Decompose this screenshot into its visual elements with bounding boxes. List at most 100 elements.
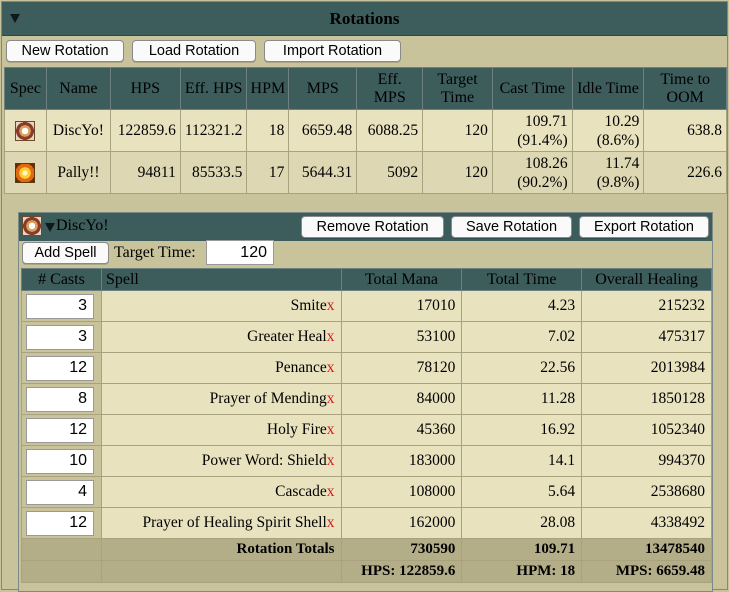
rotation-name[interactable]: Pally!! <box>45 151 111 194</box>
spells-table-header: # Casts Spell Total Mana Total Time Over… <box>21 268 712 291</box>
casts-input[interactable]: 12 <box>26 417 94 443</box>
rotation-eff-mps: 6088.25 <box>356 109 424 152</box>
rotations-header[interactable]: Rotations <box>2 2 727 36</box>
spell-total-mana: 78120 <box>340 352 463 384</box>
spell-name: Greater Heal <box>247 328 327 345</box>
spell-total-time: 5.64 <box>461 476 583 508</box>
spell-name: Holy Fire <box>266 421 327 438</box>
remove-spell-button[interactable]: x <box>327 328 335 345</box>
remove-spell-button[interactable]: x <box>327 390 335 407</box>
disc-priest-icon <box>22 216 42 236</box>
load-rotation-button[interactable]: Load Rotation <box>132 40 256 62</box>
rotation-summary-row: HPS: 122859.6 HPM: 18 MPS: 6659.48 <box>21 560 712 583</box>
casts-input[interactable]: 12 <box>26 355 94 381</box>
import-rotation-button[interactable]: Import Rotation <box>264 40 401 62</box>
col-eff-hps: Eff. HPS <box>179 67 248 110</box>
rotation-time-to-oom: 226.6 <box>643 151 727 194</box>
casts-input[interactable]: 12 <box>26 510 94 536</box>
rotation-target-time: 120 <box>422 151 493 194</box>
rotation-detail-header[interactable]: DiscYo! Remove Rotation Save Rotation Ex… <box>19 213 712 241</box>
rotation-row-discyo[interactable]: DiscYo! 122859.6 112321.2 18 6659.48 608… <box>4 109 727 152</box>
col-time-to-oom: Time to OOM <box>643 67 727 110</box>
col-name: Name <box>45 67 111 110</box>
remove-spell-button[interactable]: x <box>327 514 335 531</box>
rotation-hpm: 18 <box>246 109 290 152</box>
col-casts: # Casts <box>21 268 102 291</box>
col-hps: HPS <box>109 67 181 110</box>
remove-spell-button[interactable]: x <box>327 452 335 469</box>
spell-total-time: 22.56 <box>461 352 583 384</box>
spell-name: Smite <box>290 297 327 314</box>
remove-spell-button[interactable]: x <box>327 297 335 314</box>
totals-label: Rotation Totals <box>100 538 342 561</box>
spell-total-mana: 17010 <box>340 290 463 322</box>
remove-rotation-button[interactable]: Remove Rotation <box>301 216 444 238</box>
spell-overall-healing: 2538680 <box>581 476 712 508</box>
rotation-detail-panel: DiscYo! Remove Rotation Save Rotation Ex… <box>18 212 713 592</box>
target-time-input[interactable]: 120 <box>206 240 274 265</box>
spell-total-mana: 84000 <box>340 383 463 415</box>
rotation-row-pally[interactable]: Pally!! 94811 85533.5 17 5644.31 5092 12… <box>4 151 727 194</box>
casts-input[interactable]: 10 <box>26 448 94 474</box>
spell-total-mana: 108000 <box>340 476 463 508</box>
target-time-label: Target Time: <box>114 244 196 261</box>
spell-name: Prayer of Healing Spirit Shell <box>142 514 327 531</box>
spell-row: 3 Greater Healx 53100 7.02 475317 <box>21 321 712 353</box>
export-rotation-button[interactable]: Export Rotation <box>579 216 709 238</box>
rotation-hps: 122859.6 <box>109 109 181 152</box>
spell-total-time: 16.92 <box>461 414 583 446</box>
col-hpm: HPM <box>246 67 290 110</box>
col-total-mana: Total Mana <box>340 268 463 291</box>
rotation-eff-hps: 85533.5 <box>179 151 248 194</box>
spell-overall-healing: 475317 <box>581 321 712 353</box>
summary-hpm: HPM: 18 <box>461 560 583 583</box>
col-target-time: Target Time <box>422 67 493 110</box>
spell-name: Cascade <box>275 483 327 500</box>
totals-time: 109.71 <box>461 538 583 561</box>
casts-input[interactable]: 8 <box>26 386 94 412</box>
rotation-idle-time: 10.29 (8.6%) <box>571 109 645 152</box>
spell-row: 3 Smitex 17010 4.23 215232 <box>21 290 712 322</box>
spell-total-mana: 45360 <box>340 414 463 446</box>
rotation-target-time: 120 <box>422 109 493 152</box>
save-rotation-button[interactable]: Save Rotation <box>451 216 572 238</box>
spell-row: 10 Power Word: Shieldx 183000 14.1 994370 <box>21 445 712 477</box>
spell-overall-healing: 2013984 <box>581 352 712 384</box>
spell-total-mana: 183000 <box>340 445 463 477</box>
spell-overall-healing: 994370 <box>581 445 712 477</box>
casts-input[interactable]: 4 <box>26 479 94 505</box>
collapse-triangle-icon[interactable] <box>45 223 55 232</box>
rotation-name[interactable]: DiscYo! <box>45 109 111 152</box>
casts-input[interactable]: 3 <box>26 293 94 319</box>
remove-spell-button[interactable]: x <box>327 359 335 376</box>
disc-priest-icon <box>15 120 36 141</box>
rotation-mps: 5644.31 <box>288 151 358 194</box>
spell-row: 12 Prayer of Healing Spirit Shellx 162000 2… <box>21 507 712 539</box>
remove-spell-button[interactable]: x <box>327 421 335 438</box>
rotation-eff-mps: 5092 <box>356 151 424 194</box>
holy-paladin-icon <box>15 162 36 183</box>
spell-total-time: 14.1 <box>461 445 583 477</box>
rotation-cast-time: 109.71 (91.4%) <box>491 109 573 152</box>
spell-name: Power Word: Shield <box>201 452 327 469</box>
rotation-eff-hps: 112321.2 <box>179 109 248 152</box>
new-rotation-button[interactable]: New Rotation <box>6 40 124 62</box>
spell-total-time: 11.28 <box>461 383 583 415</box>
rotation-idle-time: 11.74 (9.8%) <box>571 151 645 194</box>
add-spell-button[interactable]: Add Spell <box>22 242 109 264</box>
spell-row: 12 Penancex 78120 22.56 2013984 <box>21 352 712 384</box>
spells-table: # Casts Spell Total Mana Total Time Over… <box>21 268 712 583</box>
spell-total-time: 7.02 <box>461 321 583 353</box>
rotation-hpm: 17 <box>246 151 290 194</box>
summary-hps: HPS: 122859.6 <box>340 560 463 583</box>
rotations-window: Rotations New Rotation Load Rotation Imp… <box>1 1 728 592</box>
remove-spell-button[interactable]: x <box>327 483 335 500</box>
spell-overall-healing: 1850128 <box>581 383 712 415</box>
casts-input[interactable]: 3 <box>26 324 94 350</box>
spell-total-mana: 162000 <box>340 507 463 539</box>
spell-overall-healing: 4338492 <box>581 507 712 539</box>
rotations-table: Spec Name HPS Eff. HPS HPM MPS Eff. MPS … <box>4 67 727 194</box>
spell-overall-healing: 1052340 <box>581 414 712 446</box>
rotation-totals-row: Rotation Totals 730590 109.71 13478540 <box>21 538 712 561</box>
spell-total-time: 4.23 <box>461 290 583 322</box>
